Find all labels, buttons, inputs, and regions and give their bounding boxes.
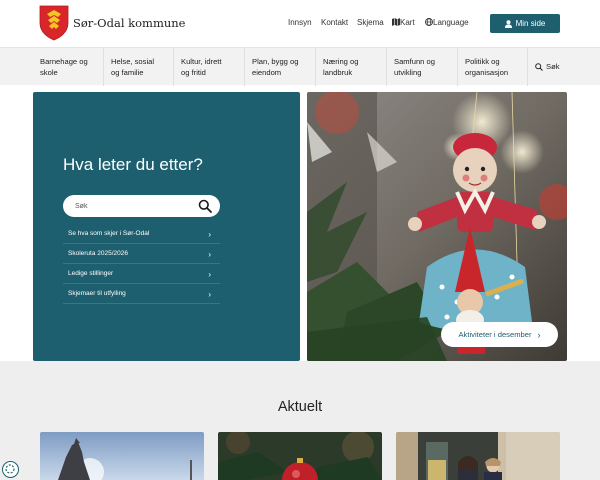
news-card-image [218,432,382,480]
quick-link-label: Ledige stillinger [68,270,114,277]
nav-item-samfunn[interactable]: Samfunn og utvikling [394,56,435,78]
news-card-image [396,432,560,480]
site-header: Sør-Odal kommune Innsyn Kontakt Skjema K… [0,0,600,47]
search-icon [535,62,543,71]
nav-divider [527,48,528,86]
quick-links: Se hva som skjer i Sør-Odal › Skoleruta … [63,224,220,304]
accessibility-icon [5,464,15,474]
search-icon[interactable] [198,199,212,213]
quick-link-ledige-stillinger[interactable]: Ledige stillinger › [63,264,220,284]
quick-link-se-hva-som-skjer[interactable]: Se hva som skjer i Sør-Odal › [63,224,220,244]
top-link-language-label: Language [433,18,469,27]
site-name[interactable]: Sør-Odal kommune [73,16,185,30]
map-icon [392,18,400,26]
quick-link-skjemaer[interactable]: Skjemaer til utfylling › [63,284,220,304]
nav-item-kultur[interactable]: Kultur, idrett og fritid [181,56,222,78]
nav-divider [315,48,316,86]
nav-divider [103,48,104,86]
nav-search-label: Søk [546,62,560,71]
top-link-innsyn[interactable]: Innsyn [288,18,312,27]
chevron-right-icon: › [537,329,541,340]
user-icon [504,19,512,28]
quick-link-skoleruta[interactable]: Skoleruta 2025/2026 › [63,244,220,264]
chevron-right-icon: › [208,270,211,279]
chevron-right-icon: › [208,250,211,259]
main-navigation: Barnehage og skole Helse, sosial og fami… [0,47,600,86]
nav-item-barnehage[interactable]: Barnehage og skole [40,56,88,78]
activities-december-button[interactable]: Aktiviteter i desember › [441,322,558,347]
nav-item-helse[interactable]: Helse, sosial og familie [111,56,154,78]
hero-search-panel: Hva leter du etter? Se hva som skjer i S… [33,92,300,361]
nav-item-plan[interactable]: Plan, bygg og eiendom [252,56,298,78]
hero-title: Hva leter du etter? [63,155,203,174]
news-card[interactable] [396,432,560,480]
chevron-right-icon: › [208,230,211,239]
min-side-label: Min side [515,19,546,28]
quick-link-label: Se hva som skjer i Sør-Odal [68,230,150,237]
news-section-title: Aktuelt [277,399,323,415]
nav-divider [386,48,387,86]
nav-item-naering[interactable]: Næring og landbruk [323,56,358,78]
accessibility-button[interactable] [2,461,19,478]
nav-divider [173,48,174,86]
nav-item-politikk[interactable]: Politikk og organisasjon [465,56,508,78]
hero-search-box [63,195,220,217]
min-side-button[interactable]: Min side [490,14,560,33]
top-link-kart[interactable]: Kart [392,18,415,27]
hero-christmas-image: Aktiviteter i desember › [307,92,567,361]
globe-icon [425,18,433,26]
top-link-kontakt[interactable]: Kontakt [321,18,348,27]
christmas-ornament-photo [307,92,567,361]
activities-button-label: Aktiviteter i desember [458,330,532,339]
nav-divider [457,48,458,86]
nav-search-button[interactable]: Søk [535,62,560,71]
quick-link-label: Skoleruta 2025/2026 [68,250,128,257]
chevron-right-icon: › [208,290,211,299]
news-card[interactable] [218,432,382,480]
top-link-kart-label: Kart [400,18,415,27]
nav-divider [244,48,245,86]
hero-search-input[interactable] [75,199,185,213]
quick-link-label: Skjemaer til utfylling [68,290,126,297]
news-card[interactable] [40,432,204,480]
news-card-image [40,432,204,480]
top-link-language[interactable]: Language [425,18,469,27]
news-section: Aktuelt [0,361,600,480]
coat-of-arms-logo[interactable] [39,5,69,41]
top-link-skjema[interactable]: Skjema [357,18,384,27]
